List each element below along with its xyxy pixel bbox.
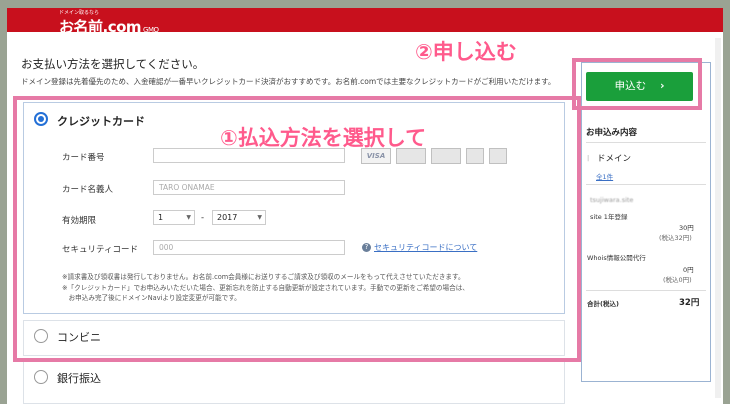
domain-price-tax: (税込32円) bbox=[659, 234, 692, 242]
page-frame: ドメイン取るなら お名前.com GMO お支払い方法を選択してください。 ドメイ… bbox=[7, 8, 723, 404]
domain-price: 30円 bbox=[679, 224, 694, 232]
logo-gmo: GMO bbox=[143, 26, 159, 34]
whois-price-tax: (税込0円) bbox=[663, 276, 692, 284]
domain-count-link[interactable]: 全1件 bbox=[596, 171, 613, 181]
bank-transfer-option[interactable] bbox=[23, 360, 565, 404]
annotation-step-2: ②申し込む bbox=[415, 40, 517, 64]
divider bbox=[586, 290, 706, 291]
order-summary-title: お申込み内容 bbox=[586, 128, 638, 138]
logo-text: お名前.com bbox=[59, 18, 142, 36]
site-logo[interactable]: ドメイン取るなら お名前.com GMO bbox=[59, 10, 159, 37]
page-scrollbar[interactable] bbox=[715, 38, 721, 398]
page-subtext: ドメイン登録は先着優先のため、入金確認が一番早いクレジットカード決済がおすすめで… bbox=[21, 77, 556, 86]
divider bbox=[586, 184, 706, 185]
total-label: 合計(税込) bbox=[587, 300, 619, 308]
logo-tagline: ドメイン取るなら bbox=[59, 10, 100, 16]
annotation-box-apply bbox=[572, 58, 702, 110]
total-value: 32円 bbox=[679, 298, 700, 308]
page-title: お支払い方法を選択してください。 bbox=[21, 57, 205, 71]
domain-year: site 1年登録 bbox=[590, 213, 628, 221]
annotation-step-1: ①払込方法を選択して bbox=[220, 126, 427, 150]
top-header-bar: ドメイン取るなら お名前.com GMO bbox=[7, 8, 723, 36]
whois-label: Whois情報公開代行 bbox=[587, 254, 646, 262]
domain-name: tsujiwara.site bbox=[590, 196, 634, 204]
domain-bullet: | bbox=[587, 154, 590, 162]
bank-transfer-radio[interactable] bbox=[34, 370, 48, 384]
bank-transfer-label: 銀行振込 bbox=[57, 372, 101, 385]
whois-price: 0円 bbox=[683, 266, 694, 274]
divider bbox=[586, 142, 706, 143]
domain-label: ドメイン bbox=[597, 154, 632, 164]
